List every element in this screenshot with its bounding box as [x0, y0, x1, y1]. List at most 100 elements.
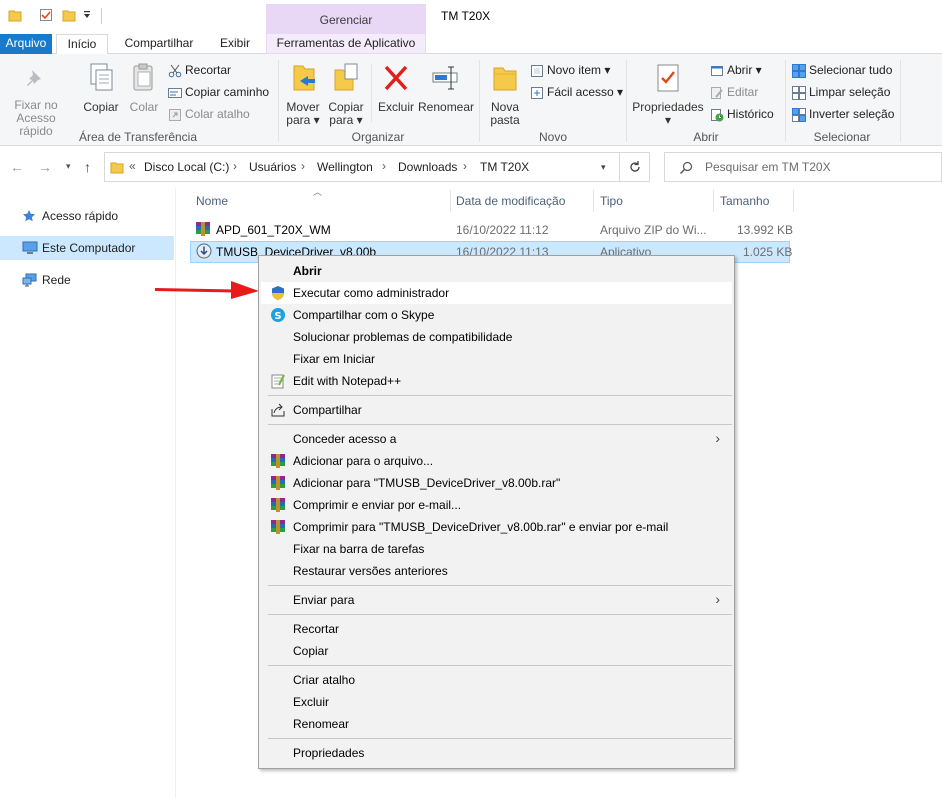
menu-item-label: Propriedades — [293, 746, 365, 760]
copy-path-label: Copiar caminho — [185, 85, 270, 99]
menu-item-rename[interactable]: Renomear — [261, 713, 732, 735]
edit-button[interactable]: Editar — [710, 83, 758, 101]
up-arrow-icon[interactable]: ↑ — [84, 159, 91, 175]
delete-label: Excluir — [377, 100, 414, 114]
menu-item-notepad-plus[interactable]: Edit with Notepad++ — [261, 370, 732, 392]
column-divider[interactable] — [793, 190, 794, 212]
menu-item-label: Copiar — [293, 644, 329, 658]
menu-item-restore-versions[interactable]: Restaurar versões anteriores — [261, 560, 732, 582]
properties-check-icon[interactable] — [39, 8, 53, 22]
pin-quick-access-button[interactable]: Fixar no Acesso rápido — [4, 66, 68, 138]
paste-shortcut-button[interactable]: Colar atalho — [168, 105, 250, 123]
copy-button[interactable]: Copiar — [80, 62, 122, 114]
column-header-size[interactable]: Tamanho — [720, 194, 769, 208]
menu-item-send-to[interactable]: Enviar para › — [261, 589, 732, 611]
tab-application-tools[interactable]: Ferramentas de Aplicativo — [266, 34, 426, 54]
menu-item-create-shortcut[interactable]: Criar atalho — [261, 669, 732, 691]
tab-file[interactable]: Arquivo — [0, 34, 52, 54]
history-button[interactable]: Histórico — [710, 105, 774, 123]
column-divider[interactable] — [593, 190, 594, 212]
forward-arrow-icon[interactable]: → — [38, 159, 52, 175]
pin-label-1: Fixar no — [14, 98, 58, 112]
edit-label: Editar — [727, 85, 759, 99]
breadcrumb-current[interactable]: TM T20X — [480, 160, 529, 174]
invert-selection-button[interactable]: Inverter seleção — [792, 105, 894, 123]
search-input[interactable]: Pesquisar em TM T20X — [664, 152, 942, 182]
menu-item-cut[interactable]: Recortar — [261, 618, 732, 640]
scissors-icon — [168, 64, 182, 78]
menu-item-label: Renomear — [293, 717, 350, 731]
menu-item-pin-taskbar[interactable]: Fixar na barra de tarefas — [261, 538, 732, 560]
back-arrow-icon[interactable]: ← — [10, 159, 24, 175]
breadcrumb-chevron-icon[interactable]: › — [233, 159, 237, 173]
address-bar[interactable]: « Disco Local (C:) › Usuários › Wellingt… — [104, 152, 620, 182]
easy-access-button[interactable]: Fácil acesso ▾ — [530, 83, 623, 101]
cut-button[interactable]: Recortar — [168, 61, 231, 79]
menu-item-share[interactable]: Compartilhar — [261, 399, 732, 421]
menu-item-label: Compartilhar com o Skype — [293, 308, 435, 322]
breadcrumb-chevron-icon[interactable]: › — [382, 159, 386, 173]
tab-share[interactable]: Compartilhar — [116, 34, 202, 54]
breadcrumb-drive[interactable]: Disco Local (C:) — [144, 160, 229, 174]
new-folder-button[interactable]: Nova pasta — [486, 62, 524, 127]
properties-button[interactable]: Propriedades ▾ — [632, 62, 704, 127]
nav-item-quick-access[interactable]: Acesso rápido — [0, 204, 174, 228]
menu-item-add-to-archive[interactable]: Adicionar para o arquivo... — [261, 450, 732, 472]
column-header-name[interactable]: Nome — [196, 194, 228, 208]
refresh-button[interactable] — [620, 152, 650, 182]
menu-item-compress-email[interactable]: Comprimir e enviar por e-mail... — [261, 494, 732, 516]
paste-label: Colar — [129, 100, 159, 114]
menu-separator — [268, 614, 732, 615]
paste-shortcut-icon — [168, 108, 182, 122]
context-menu: Abrir Executar como administrador S Comp… — [258, 255, 735, 769]
copy-to-button[interactable]: Copiar para ▾ — [326, 62, 366, 127]
select-all-button[interactable]: Selecionar tudo — [792, 61, 892, 79]
nav-item-network[interactable]: Rede — [0, 268, 174, 292]
menu-item-copy[interactable]: Copiar — [261, 640, 732, 662]
menu-item-properties[interactable]: Propriedades — [261, 742, 732, 764]
copy-path-button[interactable]: Copiar caminho — [168, 83, 269, 101]
menu-item-delete[interactable]: Excluir — [261, 691, 732, 713]
tab-view[interactable]: Exibir — [210, 34, 260, 54]
address-dropdown-chevron-icon[interactable]: ▾ — [601, 162, 606, 173]
recent-locations-chevron-icon[interactable]: ▾ — [66, 161, 71, 172]
breadcrumb-chevron-icon[interactable]: › — [301, 159, 305, 173]
column-header-date[interactable]: Data de modificação — [456, 194, 565, 208]
menu-item-run-as-admin[interactable]: Executar como administrador — [261, 282, 732, 304]
new-folder-icon[interactable] — [62, 8, 76, 22]
column-divider[interactable] — [450, 190, 451, 212]
menu-item-add-to-rar[interactable]: Adicionar para "TMUSB_DeviceDriver_v8.00… — [261, 472, 732, 494]
new-item-button[interactable]: Novo item ▾ — [530, 61, 610, 79]
menu-item-give-access[interactable]: Conceder acesso a › — [261, 428, 732, 450]
select-none-button[interactable]: Limpar seleção — [792, 83, 890, 101]
open-button[interactable]: Abrir ▾ — [710, 61, 762, 79]
move-to-icon — [288, 62, 318, 94]
new-item-label: Novo item — [547, 63, 602, 77]
breadcrumb-chevron-icon[interactable]: › — [463, 159, 467, 173]
tab-home[interactable]: Início — [56, 34, 108, 55]
menu-item-share-skype[interactable]: S Compartilhar com o Skype — [261, 304, 732, 326]
menu-item-troubleshoot-compat[interactable]: Solucionar problemas de compatibilidade — [261, 326, 732, 348]
column-divider[interactable] — [713, 190, 714, 212]
pin-icon — [23, 66, 49, 92]
menu-item-open[interactable]: Abrir — [261, 260, 732, 282]
menu-item-compress-rar-email[interactable]: Comprimir para "TMUSB_DeviceDriver_v8.00… — [261, 516, 732, 538]
breadcrumb-users[interactable]: Usuários — [249, 160, 296, 174]
nav-item-this-pc[interactable]: Este Computador — [0, 236, 174, 260]
rename-button[interactable]: Renomear — [418, 62, 474, 114]
move-to-label-2: para — [286, 113, 311, 127]
menu-item-pin-start[interactable]: Fixar em Iniciar — [261, 348, 732, 370]
breadcrumb-overflow[interactable]: « — [129, 159, 136, 173]
column-header-type[interactable]: Tipo — [600, 194, 623, 208]
file-row[interactable]: APD_601_T20X_WM 16/10/2022 11:12 Arquivo… — [190, 219, 793, 241]
nav-label: Acesso rápido — [42, 209, 119, 223]
open-label: Abrir — [727, 63, 753, 77]
delete-button[interactable]: Excluir — [376, 62, 416, 114]
paste-button[interactable]: Colar — [126, 62, 162, 114]
select-all-label: Selecionar tudo — [809, 63, 893, 77]
breadcrumb-downloads[interactable]: Downloads — [398, 160, 457, 174]
breadcrumb-user[interactable]: Wellington — [317, 160, 373, 174]
customize-qa-dropdown-icon[interactable] — [82, 9, 92, 21]
move-to-button[interactable]: Mover para ▾ — [284, 62, 322, 127]
submenu-chevron-icon: › — [715, 430, 720, 446]
